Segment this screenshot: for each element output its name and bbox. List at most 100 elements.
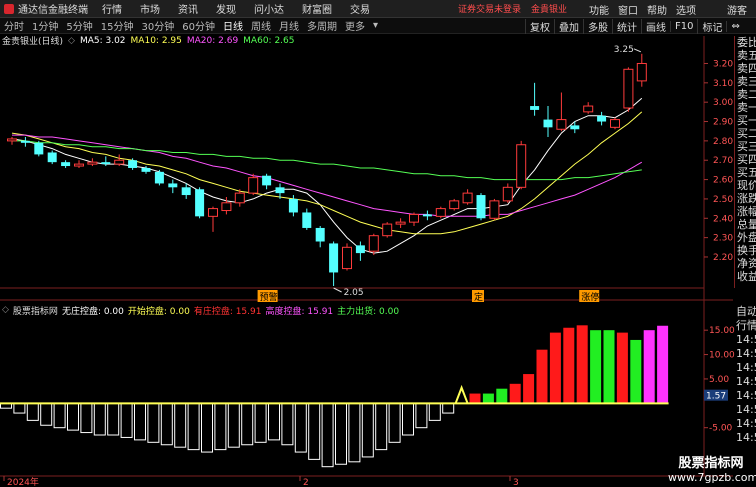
fuquan-button[interactable]: 复权 (525, 18, 554, 34)
candle-body (409, 213, 419, 223)
candle (288, 195, 298, 217)
indicator-bar (442, 402, 455, 414)
f10-button[interactable]: F10 (670, 20, 697, 32)
candle (221, 196, 232, 215)
side-zhangdie: 涨跌 (737, 192, 756, 205)
candle (449, 198, 460, 211)
indicator-field-chuhuo: 主力出货: 0.00 (337, 306, 400, 317)
tick-side-panel: 自动 行情 14:5 14:5 14:5 14:5 14:5 14:5 14:5… (734, 305, 756, 445)
price-axis-label: 2.50 (713, 195, 733, 205)
high-price-pointer (633, 48, 641, 53)
candle (329, 241, 339, 286)
indicator-bar (201, 402, 213, 453)
menu-jiaoyi[interactable]: 交易 (350, 1, 370, 16)
candle (597, 111, 607, 126)
price-axis-label: 2.70 (713, 156, 733, 166)
event-tag-bg (257, 290, 278, 302)
side-huanshou: 换手 (737, 244, 756, 257)
period-30min[interactable]: 30分钟 (137, 18, 178, 33)
side-hangqing[interactable]: 行情 (734, 319, 756, 333)
kline-chart[interactable]: 3.20 3.10 3.00 2.90 2.80 2.70 2.60 2.50 2.40 2.30… (0, 0, 756, 487)
login-status[interactable]: 证券交易未登录 (458, 2, 521, 15)
side-zidong[interactable]: 自动 (734, 305, 756, 319)
indicator-bar (241, 402, 254, 446)
settings-icon[interactable]: ◇ (68, 36, 75, 46)
date-axis-label: 2 (303, 478, 309, 487)
menu-gongneng[interactable]: 功能 (589, 2, 609, 17)
indicator-axis-label: 5.00 (709, 375, 729, 385)
high-price-label: 3.25 (614, 45, 634, 55)
indicator-bar (80, 402, 93, 434)
expand-icon[interactable]: ⇔ (726, 20, 743, 32)
diejia-button[interactable]: 叠加 (554, 18, 583, 34)
period-month[interactable]: 月线 (275, 18, 303, 33)
indicator-bar (107, 402, 120, 436)
period-more[interactable]: 更多 (341, 18, 369, 33)
price-axis-label: 3.10 (713, 79, 733, 89)
candle (114, 154, 125, 167)
menu-shichang[interactable]: 市场 (140, 1, 160, 16)
candle-body (315, 227, 325, 242)
indicator-field-wuzhuang: 无庄控盘: 0.00 (61, 306, 124, 317)
period-1min[interactable]: 1分钟 (28, 18, 62, 33)
menu-youke[interactable]: 游客 (727, 2, 747, 17)
candle-body (543, 119, 553, 128)
indicator-bar (643, 330, 655, 404)
menu-hangqing[interactable]: 行情 (102, 1, 122, 16)
period-fenshi[interactable]: 分时 (0, 18, 28, 33)
indicator-settings-icon[interactable]: ◇ (2, 305, 9, 315)
candle (570, 121, 580, 134)
candle-body (302, 212, 312, 228)
candle (395, 218, 406, 228)
period-day[interactable]: 日线 (219, 18, 247, 33)
period-60min[interactable]: 60分钟 (178, 18, 219, 33)
menu-bangzhu[interactable]: 帮助 (647, 2, 667, 17)
indicator-bar (0, 402, 12, 409)
period-week[interactable]: 周线 (247, 18, 275, 33)
chevron-down-icon[interactable]: ▾ (369, 20, 382, 31)
tick-time: 14:5 (736, 361, 756, 374)
period-5min[interactable]: 5分钟 (62, 18, 96, 33)
candle (409, 212, 419, 227)
candle (355, 241, 365, 261)
price-axis-label: 2.90 (713, 118, 733, 128)
duogu-button[interactable]: 多股 (583, 18, 612, 34)
period-multi[interactable]: 多周期 (303, 18, 341, 33)
stock-title[interactable]: 金贵银业(日线) (2, 34, 63, 47)
biaoji-button[interactable]: 标记 (697, 18, 726, 34)
huaxian-button[interactable]: 画线 (641, 18, 670, 34)
ma60-value: MA60: 2.65 (243, 35, 295, 46)
ma20-line (12, 134, 643, 217)
indicator-bar (254, 402, 267, 443)
indicator-bar (40, 402, 53, 426)
candle (234, 189, 245, 207)
watermark: 股票指标网 www.7gpzb.com (668, 452, 756, 486)
quote-side-panel: 委比 卖五 卖四 卖三 卖二 卖一 买一 买二 买三 买四 买五 现价 涨跌 涨… (734, 36, 756, 288)
candle-body (101, 162, 111, 165)
low-price-label: 2.05 (344, 288, 364, 298)
candle-body (342, 246, 352, 270)
menu-caifuquan[interactable]: 财富圈 (302, 1, 332, 16)
candle (543, 106, 553, 138)
candle-body (34, 142, 44, 155)
price-axis-label: 2.30 (713, 234, 733, 244)
candle (302, 208, 312, 230)
indicator-signal-peak (454, 384, 469, 404)
menu-chuangkou[interactable]: 窗口 (618, 2, 638, 17)
menu-xuanxiang[interactable]: 选项 (676, 2, 696, 17)
menu-zixun[interactable]: 资讯 (178, 1, 198, 16)
tick-time: 14:5 (736, 375, 756, 388)
menu-wenxiaoda[interactable]: 问小达 (254, 1, 284, 16)
price-axis-label: 3.00 (713, 98, 733, 108)
indicator-bar (428, 402, 441, 421)
menu-faxian[interactable]: 发现 (216, 1, 236, 16)
period-15min[interactable]: 15分钟 (97, 18, 138, 33)
indicator-title[interactable]: 股票指标网 (13, 304, 58, 317)
candle (342, 243, 352, 271)
candle (34, 140, 44, 157)
indicator-bar (536, 349, 548, 404)
candle-body (141, 167, 151, 172)
candle (154, 169, 164, 186)
candle-body (87, 161, 98, 165)
tongji-button[interactable]: 统计 (612, 18, 641, 34)
